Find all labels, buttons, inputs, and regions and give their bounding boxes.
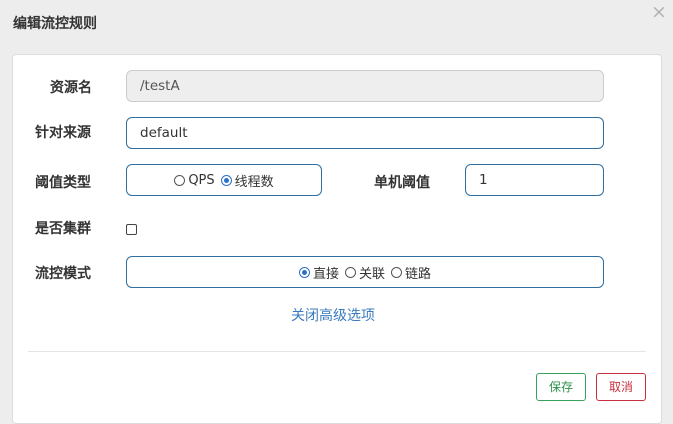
radio-direct[interactable]: 直接: [298, 263, 339, 282]
radio-qps-label: QPS: [188, 172, 215, 188]
radio-relate-circle[interactable]: [344, 266, 356, 278]
resource-name-input: /testA: [126, 70, 604, 102]
control-mode-radio-group: 直接 关联 链路: [126, 256, 604, 288]
radio-chain[interactable]: 链路: [391, 263, 431, 282]
single-threshold-input[interactable]: 1: [465, 164, 604, 196]
limit-app-label: 针对来源: [35, 125, 91, 141]
save-button[interactable]: 保存: [536, 373, 586, 401]
radio-chain-circle[interactable]: [391, 266, 402, 278]
cancel-button[interactable]: 取消: [596, 373, 646, 401]
close-icon[interactable]: ×: [651, 3, 667, 22]
radio-relate-label: 关联: [358, 266, 385, 282]
cluster-label: 是否集群: [35, 221, 91, 237]
resource-name-label: 资源名: [50, 80, 92, 96]
footer-divider: [28, 351, 646, 352]
single-threshold-label: 单机阈值: [374, 175, 430, 191]
radio-relate[interactable]: 关联: [344, 263, 385, 282]
limit-app-input[interactable]: default: [126, 117, 604, 149]
form-panel: [12, 54, 662, 424]
radio-thread-count[interactable]: 线程数: [220, 171, 274, 190]
radio-thread-count-label: 线程数: [234, 174, 274, 190]
radio-qps[interactable]: QPS: [174, 172, 215, 188]
radio-chain-label: 链路: [405, 266, 432, 282]
radio-qps-circle[interactable]: [174, 174, 186, 186]
cluster-checkbox[interactable]: [126, 224, 137, 235]
dialog-title: 编辑流控规则: [13, 16, 97, 32]
control-mode-label: 流控模式: [35, 266, 91, 282]
threshold-type-radio-group: QPS 线程数: [126, 164, 322, 196]
advanced-options-toggle-link[interactable]: 关闭高级选项: [291, 305, 375, 325]
threshold-type-label: 阈值类型: [35, 175, 91, 191]
radio-direct-circle[interactable]: [298, 266, 310, 278]
radio-thread-count-circle[interactable]: [220, 174, 232, 186]
radio-direct-label: 直接: [312, 266, 339, 282]
